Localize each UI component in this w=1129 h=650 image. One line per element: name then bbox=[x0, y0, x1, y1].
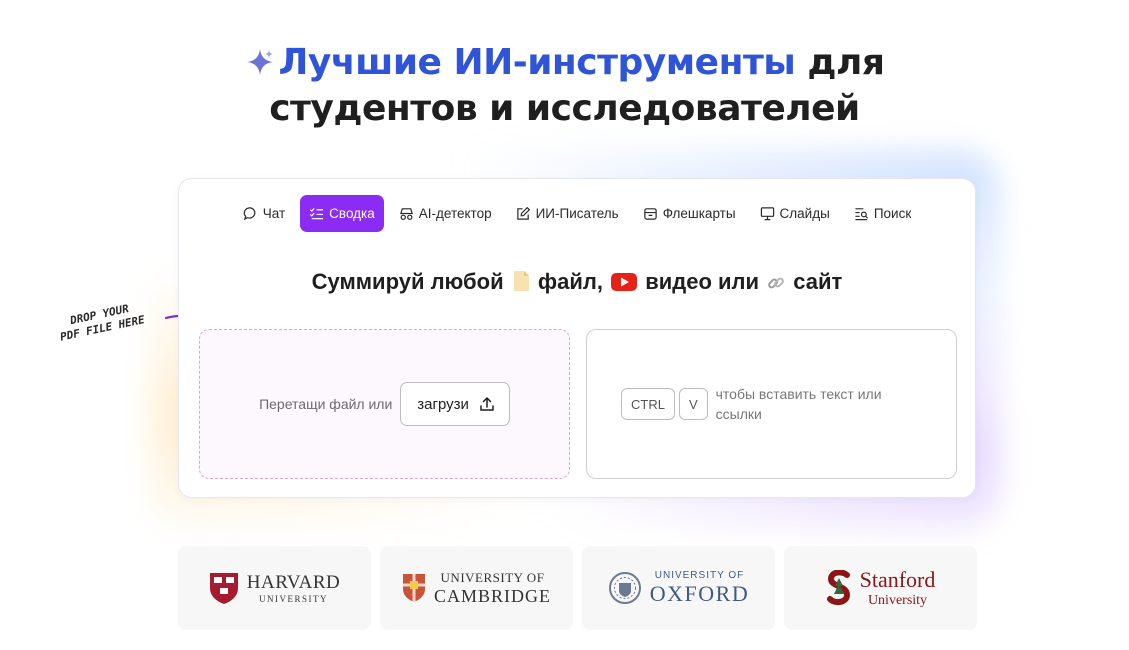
document-icon bbox=[513, 271, 529, 291]
search-list-icon bbox=[855, 208, 868, 221]
harvard-subtitle: UNIVERSITY bbox=[258, 594, 328, 604]
youtube-icon bbox=[611, 273, 638, 291]
tab-ai-writer[interactable]: ИИ-Писатель bbox=[507, 195, 628, 232]
tab-label: AI-детектор bbox=[418, 206, 492, 221]
title-line2: студентов и исследователей bbox=[269, 88, 860, 129]
presentation-icon bbox=[760, 207, 774, 221]
harvard-name: HARVARD bbox=[246, 572, 341, 593]
oxford-name: OXFORD bbox=[649, 580, 750, 606]
headline-part2: файл, bbox=[537, 269, 603, 294]
cambridge-logo: UNIVERSITY OF CAMBRIDGE bbox=[380, 546, 573, 630]
headline-part3: видео или bbox=[645, 269, 760, 294]
file-drop-zone[interactable]: Перетащи файл или загрузи bbox=[199, 329, 570, 479]
cambridge-name: CAMBRIDGE bbox=[433, 585, 551, 606]
cambridge-subtitle: UNIVERSITY OF bbox=[440, 569, 545, 585]
v-key: V bbox=[678, 388, 708, 420]
paste-area[interactable]: CTRL V чтобы вставить текст или ссылки bbox=[586, 329, 957, 479]
drop-hint-note: DROP YOUR PDF FILE HERE bbox=[56, 299, 146, 344]
tab-chat[interactable]: Чат bbox=[234, 195, 294, 232]
stanford-logo: Stanford University bbox=[784, 546, 977, 630]
tool-tabs: Чат Сводка AI-детектор ИИ-Писатель Флешк… bbox=[179, 195, 975, 232]
tool-card: Чат Сводка AI-детектор ИИ-Писатель Флешк… bbox=[178, 178, 976, 498]
university-logos: HARVARD UNIVERSITY UNIVERSITY OF CAMBRID… bbox=[178, 546, 977, 630]
harvard-logo: HARVARD UNIVERSITY bbox=[178, 546, 371, 630]
oxford-subtitle: UNIVERSITY OF bbox=[654, 569, 745, 581]
title-accent: Лучшие ИИ-инструменты bbox=[278, 42, 796, 83]
tab-label: Чат bbox=[262, 206, 286, 221]
headline-part1: Суммируй любой bbox=[311, 269, 504, 294]
checklist-icon bbox=[310, 207, 324, 220]
detector-icon bbox=[399, 208, 413, 220]
tab-slides[interactable]: Слайды bbox=[751, 195, 839, 232]
upload-button-label: загрузи bbox=[417, 395, 469, 413]
sparkle-icon bbox=[246, 49, 273, 75]
harvard-shield-icon bbox=[209, 573, 238, 604]
tab-ai-detector[interactable]: AI-детектор bbox=[390, 195, 501, 232]
link-icon bbox=[768, 277, 785, 289]
hero: Лучшие ИИ-инструменты для студентов и ис… bbox=[0, 40, 1129, 132]
upload-button[interactable]: загрузи bbox=[400, 382, 510, 426]
card-headline: Суммируй любой файл, видео или сайт bbox=[179, 269, 975, 295]
stanford-name: Stanford bbox=[859, 567, 936, 592]
tab-label: ИИ-Писатель bbox=[535, 206, 619, 221]
cambridge-shield-icon bbox=[402, 574, 425, 602]
tab-search[interactable]: Поиск bbox=[845, 195, 920, 232]
tab-label: Сводка bbox=[329, 206, 375, 221]
drop-zone-text: Перетащи файл или bbox=[259, 396, 393, 412]
headline-part4: сайт bbox=[793, 269, 843, 294]
tab-label: Слайды bbox=[779, 206, 830, 221]
paste-hint-text: чтобы вставить текст или ссылки bbox=[715, 386, 882, 422]
flashcards-icon bbox=[643, 208, 657, 220]
upload-icon bbox=[480, 397, 494, 411]
chat-bubble-icon bbox=[243, 207, 256, 221]
tab-summary[interactable]: Сводка bbox=[300, 195, 384, 232]
tab-flashcards[interactable]: Флешкарты bbox=[634, 195, 745, 232]
oxford-crest-icon bbox=[608, 572, 641, 604]
tab-label: Флешкарты bbox=[662, 206, 736, 221]
page-title: Лучшие ИИ-инструменты для студентов и ис… bbox=[0, 40, 1129, 132]
pencil-square-icon bbox=[516, 206, 530, 220]
ctrl-key: CTRL bbox=[621, 388, 675, 420]
stanford-subtitle: University bbox=[867, 593, 928, 608]
title-rest: для bbox=[807, 42, 885, 83]
stanford-s-tree-icon bbox=[826, 570, 850, 606]
oxford-logo: UNIVERSITY OF OXFORD bbox=[582, 546, 775, 630]
tab-label: Поиск bbox=[873, 206, 912, 221]
